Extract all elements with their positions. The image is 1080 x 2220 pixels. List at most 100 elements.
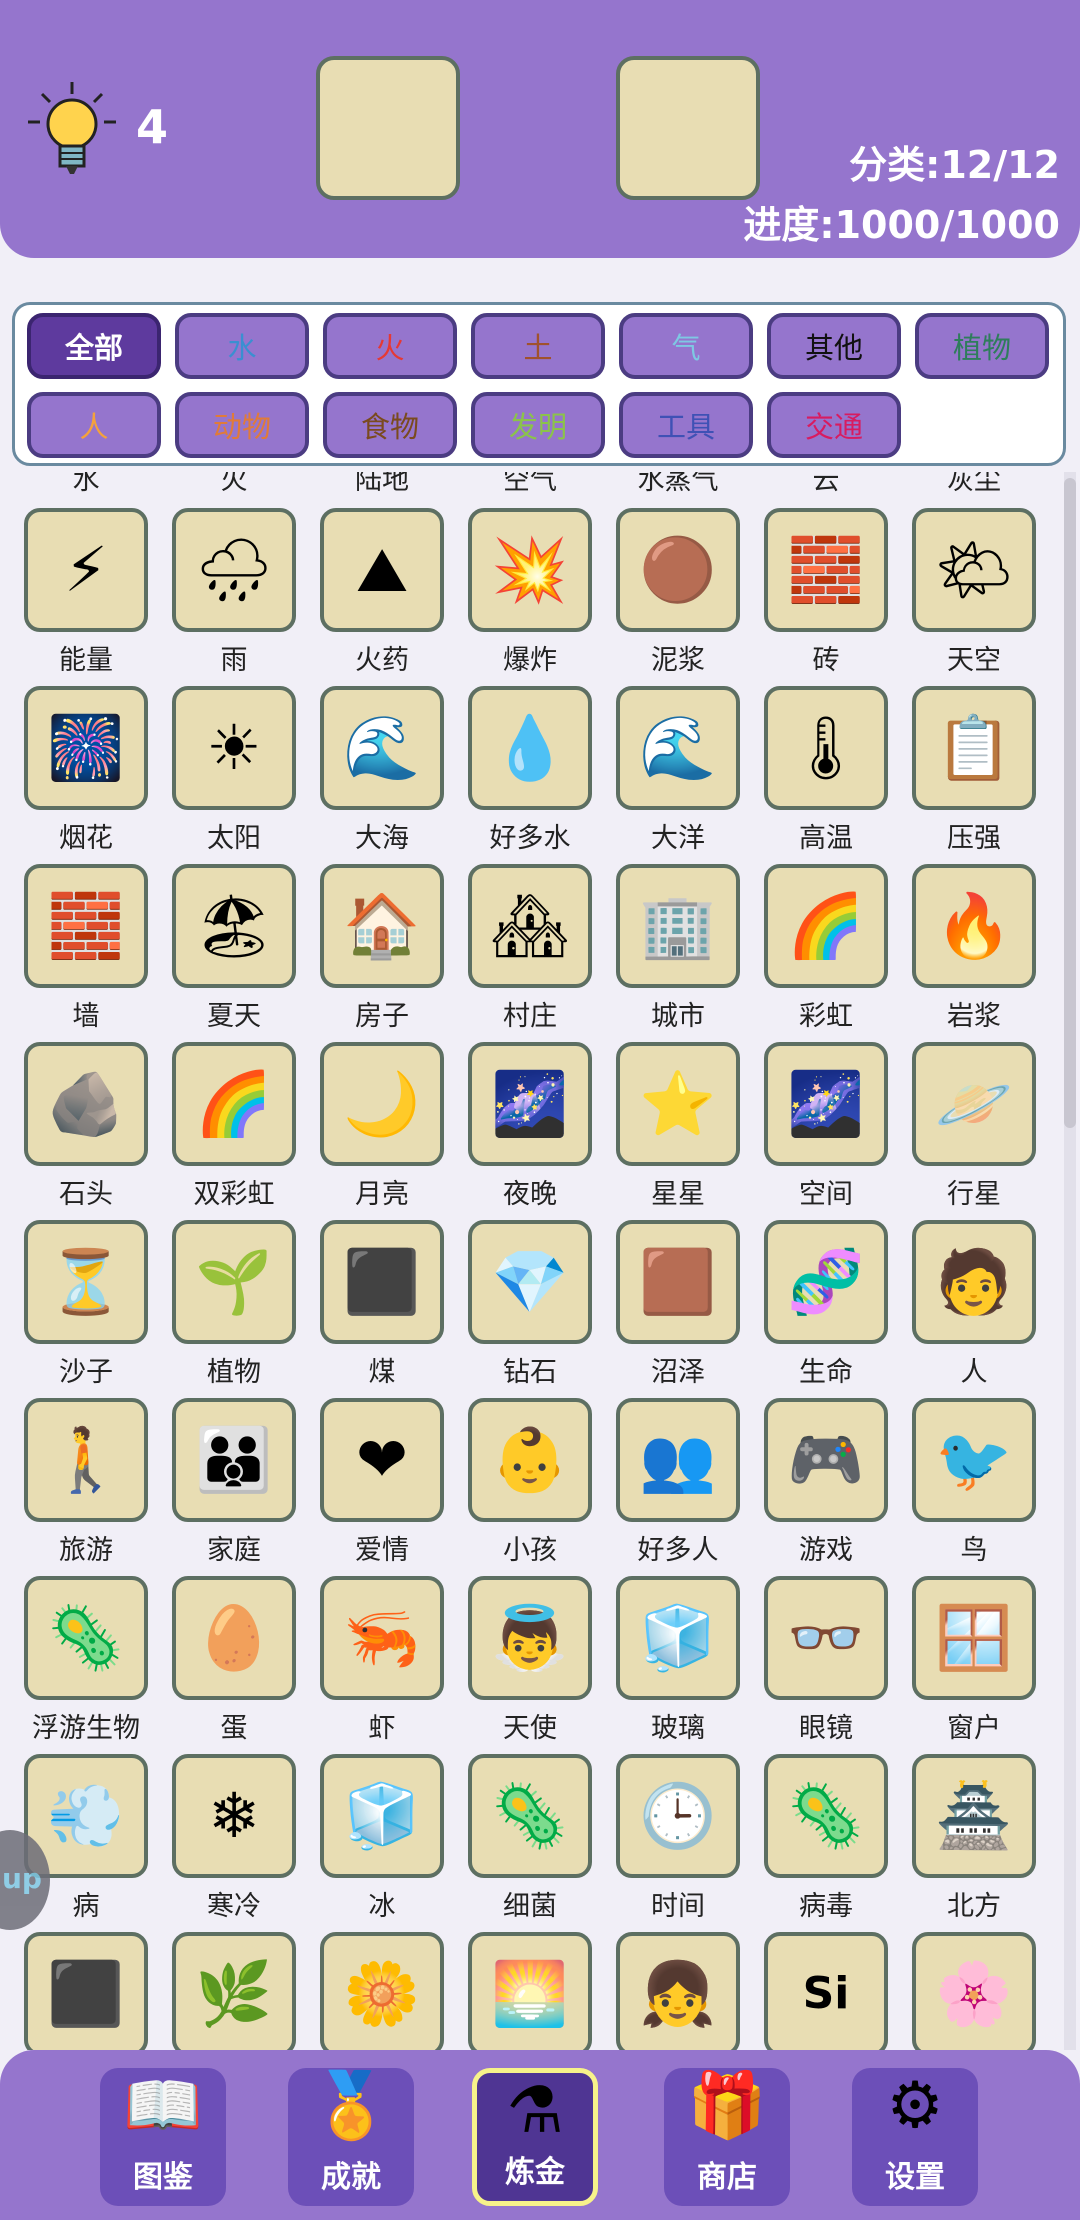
filter-chip-6[interactable]: 植物 — [915, 313, 1049, 379]
plankton-icon: 🦠 — [47, 1601, 125, 1674]
element-tile-coal[interactable]: ⬛ — [320, 1220, 444, 1344]
element-tile-night[interactable]: 🌌 — [468, 1042, 592, 1166]
element-tile-brick[interactable]: 🧱 — [764, 508, 888, 632]
nav-medal[interactable]: 🏅 成就 — [288, 2068, 414, 2206]
element-tile-angel[interactable]: 👼 — [468, 1576, 592, 1700]
element-tile-gunpowder[interactable]: ⛰ — [320, 508, 444, 632]
element-tile-plankton[interactable]: 🦠 — [24, 1576, 148, 1700]
item-label: 压强 — [947, 823, 1001, 854]
element-tile-city[interactable]: 🏢 — [616, 864, 740, 988]
egg-icon: 🥚 — [195, 1601, 273, 1674]
item-label: 虾 — [368, 1713, 396, 1744]
element-tile-shrimp[interactable]: 🦐 — [320, 1576, 444, 1700]
element-tile-puddle[interactable]: 💧 — [468, 686, 592, 810]
filter-chip-9[interactable]: 食物 — [323, 392, 457, 458]
element-tile-rainbow[interactable]: 🌈 — [764, 864, 888, 988]
filter-chip-8[interactable]: 动物 — [175, 392, 309, 458]
element-tile-partial[interactable]: 🌅 — [468, 1932, 592, 2050]
element-tile-space[interactable]: 🌌 — [764, 1042, 888, 1166]
element-tile-glasses[interactable]: 👓 — [764, 1576, 888, 1700]
element-tile-house[interactable]: 🏠 — [320, 864, 444, 988]
combine-slot-right[interactable] — [616, 56, 760, 200]
element-tile-stone[interactable]: 🪨 — [24, 1042, 148, 1166]
element-tile-sky[interactable]: 🌤 — [912, 508, 1036, 632]
element-tile-temple[interactable]: 🏯 — [912, 1754, 1036, 1878]
element-tile-bacteria[interactable]: 🦠 — [468, 1754, 592, 1878]
element-tile-baby[interactable]: 👶 — [468, 1398, 592, 1522]
element-tile-sea[interactable]: 🌊 — [320, 686, 444, 810]
element-tile-rain[interactable]: 🌧 — [172, 508, 296, 632]
scrollbar-thumb[interactable] — [1064, 478, 1076, 1128]
double-rainbow-icon: 🌈 — [195, 1067, 273, 1140]
element-tile-summer[interactable]: 🏖 — [172, 864, 296, 988]
nav-book[interactable]: 📖 图鉴 — [100, 2068, 226, 2206]
filter-chip-10[interactable]: 发明 — [471, 392, 605, 458]
nav-gear[interactable]: ⚙ 设置 — [852, 2068, 978, 2206]
element-tile-plant[interactable]: 🌱 — [172, 1220, 296, 1344]
temple-icon: 🏯 — [935, 1779, 1013, 1852]
element-tile-crowd[interactable]: 👥 — [616, 1398, 740, 1522]
item-label: 石头 — [59, 1179, 113, 1210]
element-tile-bird[interactable]: 🐦 — [912, 1398, 1036, 1522]
element-tile-egg[interactable]: 🥚 — [172, 1576, 296, 1700]
filter-chip-3[interactable]: 土 — [471, 313, 605, 379]
element-tile-wall[interactable]: 🧱 — [24, 864, 148, 988]
item-label: 岩浆 — [947, 1001, 1001, 1032]
filter-chip-7[interactable]: 人 — [27, 392, 161, 458]
element-tile-mud[interactable]: 🟤 — [616, 508, 740, 632]
element-tile-virus[interactable]: 🦠 — [764, 1754, 888, 1878]
element-tile-partial[interactable]: 🌿 — [172, 1932, 296, 2050]
item-label: 爱情 — [355, 1535, 409, 1566]
element-tile-window[interactable]: 🪟 — [912, 1576, 1036, 1700]
nav-flask[interactable]: ⚗ 炼金 — [472, 2068, 598, 2206]
rain-icon: 🌧 — [194, 533, 274, 606]
element-tile-cold[interactable]: ❄ — [172, 1754, 296, 1878]
filter-chip-12[interactable]: 交通 — [767, 392, 901, 458]
element-tile-swamp[interactable]: 🟫 — [616, 1220, 740, 1344]
glasses-icon: 👓 — [787, 1601, 865, 1674]
window-icon: 🪟 — [935, 1601, 1013, 1674]
element-tile-moon[interactable]: 🌙 — [320, 1042, 444, 1166]
element-tile-village[interactable]: 🏘 — [468, 864, 592, 988]
element-tile-dna[interactable]: 🧬 — [764, 1220, 888, 1344]
element-tile-partial[interactable]: 👧 — [616, 1932, 740, 2050]
lightbulb-icon[interactable] — [22, 80, 122, 180]
combine-slot-left[interactable] — [316, 56, 460, 200]
element-tile-partial[interactable]: 🌸 — [912, 1932, 1036, 2050]
element-tile-partial[interactable]: ⬛ — [24, 1932, 148, 2050]
element-tile-sand[interactable]: ⏳ — [24, 1220, 148, 1344]
element-tile-diamond[interactable]: 💎 — [468, 1220, 592, 1344]
element-tile-fireworks[interactable]: 🎆 — [24, 686, 148, 810]
element-tile-lava[interactable]: 🔥 — [912, 864, 1036, 988]
element-tile-ice[interactable]: 🧊 — [320, 1754, 444, 1878]
filter-chip-5[interactable]: 其他 — [767, 313, 901, 379]
bacteria-icon: 🦠 — [491, 1779, 569, 1852]
element-tile-partial[interactable]: Si — [764, 1932, 888, 2050]
element-tile-travel[interactable]: 🚶 — [24, 1398, 148, 1522]
filter-chip-11[interactable]: 工具 — [619, 392, 753, 458]
element-tile-glass[interactable]: 🧊 — [616, 1576, 740, 1700]
element-tile-sun[interactable]: ☀ — [172, 686, 296, 810]
element-tile-clock[interactable]: 🕒 — [616, 1754, 740, 1878]
element-tile-love[interactable]: ❤ — [320, 1398, 444, 1522]
element-tile-star[interactable]: ⭐ — [616, 1042, 740, 1166]
filter-chip-1[interactable]: 水 — [175, 313, 309, 379]
filter-chip-0[interactable]: 全部 — [27, 313, 161, 379]
element-tile-person[interactable]: 🧑 — [912, 1220, 1036, 1344]
filter-chip-4[interactable]: 气 — [619, 313, 753, 379]
element-tile-pressure[interactable]: 📋 — [912, 686, 1036, 810]
element-grid[interactable]: 水 火 陆地 空气 水蒸气 云 灰尘 ⚡ 能量 🌧 雨 ⛰ 火药 💥 爆炸 🟤 泥浆 🧱 砖 🌤 天空 🎆 烟花 ☀ 太阳 🌊 大海… — [0, 472, 1080, 2050]
element-tile-double-rainbow[interactable]: 🌈 — [172, 1042, 296, 1166]
element-tile-ocean[interactable]: 🌊 — [616, 686, 740, 810]
element-tile-explosion[interactable]: 💥 — [468, 508, 592, 632]
element-tile-planet[interactable]: 🪐 — [912, 1042, 1036, 1166]
nav-gift[interactable]: 🎁 商店 — [664, 2068, 790, 2206]
element-tile-gamepad[interactable]: 🎮 — [764, 1398, 888, 1522]
element-tile-family[interactable]: 👪 — [172, 1398, 296, 1522]
filter-chip-2[interactable]: 火 — [323, 313, 457, 379]
element-tile-heat[interactable]: 🌡 — [764, 686, 888, 810]
element-tile-partial[interactable]: 🌼 — [320, 1932, 444, 2050]
cotton-icon: 🌸 — [935, 1957, 1013, 2030]
element-tile-energy[interactable]: ⚡ — [24, 508, 148, 632]
sea-icon: 🌊 — [343, 711, 421, 784]
